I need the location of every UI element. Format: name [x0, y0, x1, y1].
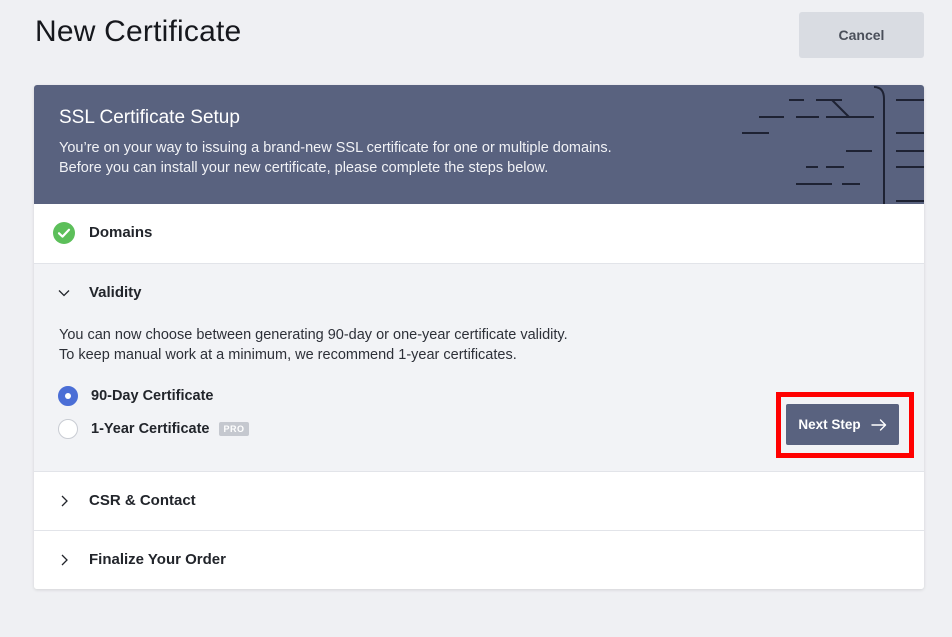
option-90-day-label: 90-Day Certificate — [91, 388, 214, 404]
arrow-right-icon — [870, 418, 886, 431]
next-step-button[interactable]: Next Step — [786, 404, 899, 445]
banner-decoration — [742, 86, 924, 204]
step-domains-label: Domains — [89, 224, 153, 241]
banner-description-line-1: You’re on your way to issuing a brand-ne… — [59, 140, 612, 156]
setup-banner: SSL Certificate Setup You’re on your way… — [34, 85, 924, 204]
chevron-right-icon — [61, 495, 68, 507]
radio-90-day[interactable] — [58, 386, 78, 406]
option-1-year[interactable]: 1-Year Certificate PRO — [58, 419, 249, 439]
check-circle-icon — [53, 222, 75, 244]
validity-description-line-1: You can now choose between generating 90… — [59, 327, 568, 343]
step-csr-label: CSR & Contact — [89, 492, 196, 509]
option-1-year-label: 1-Year Certificate — [91, 421, 210, 437]
page-title: New Certificate — [35, 15, 242, 48]
step-csr-contact[interactable]: CSR & Contact — [34, 471, 924, 530]
step-finalize-order[interactable]: Finalize Your Order — [34, 530, 924, 589]
cancel-button[interactable]: Cancel — [799, 12, 924, 58]
chevron-down-icon[interactable] — [58, 286, 70, 300]
next-step-label: Next Step — [798, 417, 861, 432]
certificate-setup-card: SSL Certificate Setup You’re on your way… — [34, 85, 924, 589]
pro-badge: PRO — [219, 422, 249, 436]
step-validity-label[interactable]: Validity — [89, 284, 142, 301]
step-finalize-label: Finalize Your Order — [89, 551, 226, 568]
step-domains[interactable]: Domains — [34, 204, 924, 263]
banner-description-line-2: Before you can install your new certific… — [59, 160, 549, 176]
radio-1-year[interactable] — [58, 419, 78, 439]
banner-title: SSL Certificate Setup — [59, 107, 240, 128]
option-90-day[interactable]: 90-Day Certificate — [58, 386, 214, 406]
chevron-right-icon — [61, 554, 68, 566]
step-validity: Validity You can now choose between gene… — [34, 263, 924, 471]
validity-description-line-2: To keep manual work at a minimum, we rec… — [59, 347, 517, 363]
